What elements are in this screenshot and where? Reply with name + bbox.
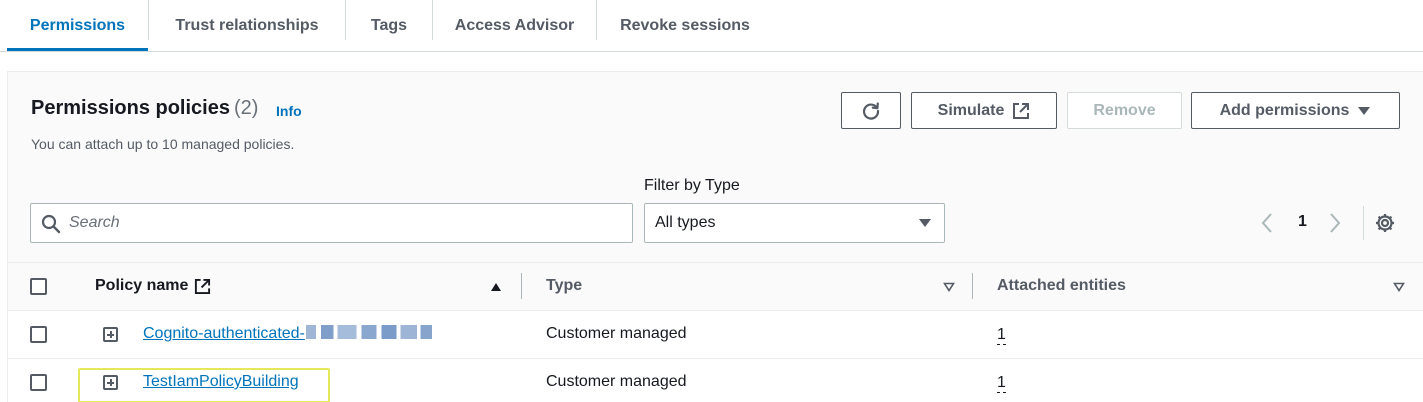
table-row: TestIamPolicyBuilding Customer managed 1: [8, 359, 1423, 402]
policy-name-link[interactable]: TestIamPolicyBuilding: [143, 373, 299, 391]
table-row: Cognito-authenticated- Customer managed …: [8, 311, 1423, 359]
type-filter-value: All types: [655, 214, 716, 231]
policy-name-link[interactable]: Cognito-authenticated-: [143, 325, 432, 343]
simulate-button[interactable]: Simulate: [911, 92, 1057, 129]
policy-name-text: Cognito-authenticated-: [143, 325, 305, 342]
add-permissions-button[interactable]: Add permissions: [1191, 92, 1400, 129]
filter-by-type-label: Filter by Type: [644, 177, 740, 194]
column-header-policy-name[interactable]: Policy name: [95, 277, 211, 295]
policy-name-header-label: Policy name: [95, 277, 189, 294]
pager-divider: [1363, 206, 1364, 240]
attached-entities-header-label: Attached entities: [997, 277, 1126, 294]
expand-icon[interactable]: [103, 375, 118, 390]
caret-down-icon: [1358, 106, 1371, 115]
policy-type-cell: Customer managed: [546, 373, 687, 390]
attached-entities-count[interactable]: 1: [997, 326, 1006, 345]
column-header-attached-entities[interactable]: Attached entities: [997, 277, 1126, 295]
sort-ascending-icon[interactable]: [490, 282, 502, 292]
policy-type-cell: Customer managed: [546, 325, 687, 342]
external-link-icon: [1013, 102, 1030, 119]
caret-down-icon: [919, 219, 931, 227]
select-all-checkbox[interactable]: [30, 278, 47, 295]
panel-description: You can attach up to 10 managed policies…: [31, 136, 295, 152]
type-header-label: Type: [546, 277, 583, 294]
refresh-icon: [862, 101, 880, 120]
search-icon: [41, 214, 61, 234]
page-number[interactable]: 1: [1298, 213, 1307, 231]
remove-button[interactable]: Remove: [1067, 92, 1182, 129]
row-checkbox[interactable]: [30, 326, 47, 343]
column-header-type[interactable]: Type: [546, 277, 582, 295]
chevron-right-icon[interactable]: [1328, 212, 1342, 234]
title-text: Permissions policies: [31, 97, 230, 119]
simulate-label: Simulate: [937, 101, 1005, 119]
table-header: Policy name Type Attached entities: [8, 262, 1423, 311]
policy-count: (2): [233, 97, 259, 119]
chevron-left-icon[interactable]: [1260, 212, 1274, 234]
tab-trust-relationships[interactable]: Trust relationships: [149, 0, 345, 51]
redacted-text: [305, 325, 432, 339]
external-link-icon: [195, 278, 211, 294]
search-input[interactable]: [69, 204, 624, 242]
sort-icon[interactable]: [1393, 282, 1405, 292]
tab-permissions[interactable]: Permissions: [7, 0, 148, 51]
attached-entities-count[interactable]: 1: [997, 374, 1006, 393]
sort-icon[interactable]: [943, 282, 955, 292]
type-filter-select[interactable]: All types: [644, 203, 945, 243]
search-box: [30, 203, 633, 243]
tab-access-advisor[interactable]: Access Advisor: [433, 0, 596, 51]
expand-icon[interactable]: [103, 327, 118, 342]
panel-header: Permissions policies (2) Info You can att…: [8, 72, 1423, 262]
active-tab-indicator: [7, 48, 148, 51]
gear-icon[interactable]: [1374, 212, 1396, 234]
page-title: Permissions policies (2): [31, 97, 258, 120]
add-permissions-label: Add permissions: [1219, 101, 1350, 119]
refresh-button[interactable]: [841, 92, 901, 129]
tab-tags[interactable]: Tags: [346, 0, 432, 51]
tab-bar: Permissions Trust relationships Tags Acc…: [0, 0, 1423, 52]
remove-label: Remove: [1093, 101, 1156, 119]
permissions-policies-panel: Permissions policies (2) Info You can att…: [7, 71, 1423, 402]
column-divider: [972, 273, 973, 299]
tab-revoke-sessions[interactable]: Revoke sessions: [597, 0, 773, 51]
row-checkbox[interactable]: [30, 374, 47, 391]
column-divider: [521, 273, 522, 299]
info-link[interactable]: Info: [276, 103, 302, 119]
